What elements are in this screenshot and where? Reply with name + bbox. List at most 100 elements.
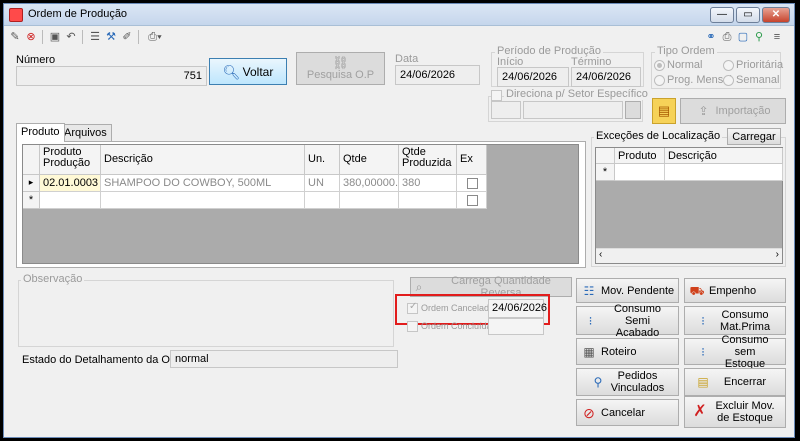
list-icon[interactable]: ☰ — [88, 30, 102, 44]
new-row-indicator[interactable]: * — [23, 192, 40, 209]
menu-icon[interactable]: ≡ — [770, 30, 784, 44]
link-icon: ⚲ — [593, 375, 603, 389]
consumo-sem-estoque-button[interactable]: ⁝ Consumo sem Estoque — [684, 334, 786, 370]
maximize-button[interactable]: ▭ — [736, 7, 760, 23]
numero-label: Número — [16, 54, 56, 66]
radio-prioritaria[interactable] — [723, 60, 734, 71]
excecoes-new-row[interactable]: * — [596, 164, 615, 181]
row-indicator[interactable]: ▸ — [23, 175, 40, 192]
scroll-left-icon[interactable]: ‹ — [599, 249, 602, 260]
info-icon[interactable]: ⚲ — [752, 30, 766, 44]
new-ex-checkbox[interactable] — [467, 195, 478, 206]
pedidos-vinculados-button[interactable]: ⚲ Pedidos Vinculados — [576, 368, 679, 396]
data-field[interactable]: 24/06/2026 — [395, 65, 480, 85]
new-cell-un[interactable] — [305, 192, 340, 209]
cancelar-button[interactable]: ⊘ Cancelar — [576, 399, 679, 426]
cell-qtde[interactable]: 380,00000... — [340, 175, 399, 192]
excluir-mov-button[interactable]: ✗ Excluir Mov. de Estoque — [684, 396, 786, 428]
list-icon: ⁝ — [701, 344, 705, 359]
ex-checkbox[interactable] — [467, 178, 478, 189]
excecoes-hscrollbar[interactable]: ‹ › — [596, 248, 782, 263]
pesquisa-op-label: Pesquisa O.P — [306, 68, 375, 81]
excecoes-new-produto[interactable] — [615, 164, 665, 181]
magnifier-icon: 🔍︎ — [222, 63, 241, 80]
excecoes-col-descricao[interactable]: Descrição — [665, 148, 783, 164]
voltar-button[interactable]: 🔍︎ Voltar — [209, 58, 287, 85]
radio-normal[interactable] — [654, 60, 665, 71]
excecoes-col-produto[interactable]: Produto — [615, 148, 665, 164]
excecoes-new-descricao[interactable] — [665, 164, 783, 181]
cell-ex[interactable] — [457, 175, 487, 192]
col-un[interactable]: Un. — [305, 145, 340, 175]
close-document-icon: ▤ — [697, 375, 709, 389]
radio-semanal[interactable] — [723, 75, 734, 86]
document-button[interactable]: ▤ — [652, 98, 676, 124]
col-produto[interactable]: Produto Produção — [40, 145, 101, 175]
col-ex[interactable]: Ex — [457, 145, 487, 175]
brush-icon[interactable]: ✐ — [120, 30, 134, 44]
link-icon[interactable]: ⚭ — [704, 30, 718, 44]
cell-descricao[interactable]: SHAMPOO DO COWBOY, 500ML — [101, 175, 305, 192]
encerrar-label: Encerrar — [723, 376, 767, 388]
empenho-button[interactable]: ⛟ Empenho — [684, 278, 786, 303]
toolbar-separator — [42, 30, 43, 44]
new-cell-qtde-produzida[interactable] — [399, 192, 457, 209]
save-icon[interactable]: ▣ — [48, 30, 62, 44]
carregar-button[interactable]: Carregar — [727, 128, 781, 145]
importacao-button[interactable]: ⇪ Importação — [680, 98, 786, 124]
cell-produto[interactable]: 02.01.0003 — [40, 175, 101, 192]
window-icon[interactable]: ▢ — [736, 30, 750, 44]
window-title: Ordem de Produção — [28, 8, 128, 20]
cancel-icon[interactable]: ⊗ — [24, 30, 38, 44]
col-qtde-produzida[interactable]: Qtde Produzida — [399, 145, 457, 175]
new-cell-descricao[interactable] — [101, 192, 305, 209]
setor-code-field[interactable] — [491, 101, 521, 119]
new-cell-produto[interactable] — [40, 192, 101, 209]
mov-pendente-button[interactable]: ☷ Mov. Pendente — [576, 278, 679, 303]
cancel-icon: ⊘ — [583, 404, 595, 421]
termino-field[interactable]: 24/06/2026 — [571, 67, 641, 87]
close-button[interactable]: ✕ — [762, 7, 790, 23]
consumo-semi-label: Consumo Semi Acabado — [613, 302, 662, 339]
list-icon: ⁝ — [701, 313, 705, 328]
cell-qtde-produzida[interactable]: 380 — [399, 175, 457, 192]
scroll-right-icon[interactable]: › — [776, 249, 779, 260]
ordem-concluida-checkbox[interactable] — [407, 321, 418, 332]
pedidos-vinculados-label: Pedidos Vinculados — [610, 370, 665, 394]
radio-prog-mensal[interactable] — [654, 75, 665, 86]
new-cell-ex[interactable] — [457, 192, 487, 209]
numero-field[interactable]: 751 — [16, 66, 207, 86]
estado-label: Estado do Detalhamento da OP: — [22, 354, 181, 366]
consumo-semi-button[interactable]: ⁝ Consumo Semi Acabado — [576, 303, 679, 339]
col-descricao[interactable]: Descrição — [101, 145, 305, 175]
col-qtde[interactable]: Qtde — [340, 145, 399, 175]
roteiro-label: Roteiro — [601, 345, 637, 358]
estado-field[interactable]: normal — [170, 350, 398, 368]
toolbar-separator — [138, 30, 139, 44]
pesquisa-op-button[interactable]: ⛓ Pesquisa O.P — [296, 52, 385, 85]
new-cell-qtde[interactable] — [340, 192, 399, 209]
inicio-field[interactable]: 24/06/2026 — [497, 67, 569, 87]
printer-icon[interactable]: ⎙ — [720, 30, 734, 44]
tools-icon[interactable]: ⚒ — [104, 30, 118, 44]
toolbar: ✎ ⊗ ▣ ↶ ☰ ⚒ ✐ ⎙▾ ⚭ ⎙ ▢ ⚲ ≡ — [4, 27, 794, 47]
undo-icon[interactable]: ↶ — [64, 30, 78, 44]
roteiro-button[interactable]: ▦ Roteiro — [576, 338, 679, 365]
setor-name-field[interactable] — [523, 101, 623, 119]
tab-arquivos[interactable]: Arquivos — [59, 124, 112, 141]
ordem-concluida-date[interactable] — [488, 318, 544, 335]
setor-lookup-button[interactable] — [625, 101, 641, 119]
cell-un[interactable]: UN — [305, 175, 340, 192]
direciona-checkbox[interactable] — [491, 90, 502, 101]
excluir-mov-label: Excluir Mov. de Estoque — [715, 400, 775, 424]
consumo-mat-label: Consumo Mat.Prima — [719, 308, 771, 333]
excecoes-title: Exceções de Localização — [594, 130, 723, 142]
minimize-button[interactable]: — — [710, 7, 734, 23]
tab-produto[interactable]: Produto — [16, 123, 65, 142]
encerrar-button[interactable]: ▤ Encerrar — [684, 368, 786, 396]
observacao-textarea[interactable] — [22, 290, 390, 343]
list-icon: ⁝ — [588, 313, 593, 328]
print-icon[interactable]: ⎙▾ — [144, 30, 166, 44]
edit-icon[interactable]: ✎ — [8, 30, 22, 44]
consumo-mat-button[interactable]: ⁝ Consumo Mat.Prima — [684, 306, 786, 335]
